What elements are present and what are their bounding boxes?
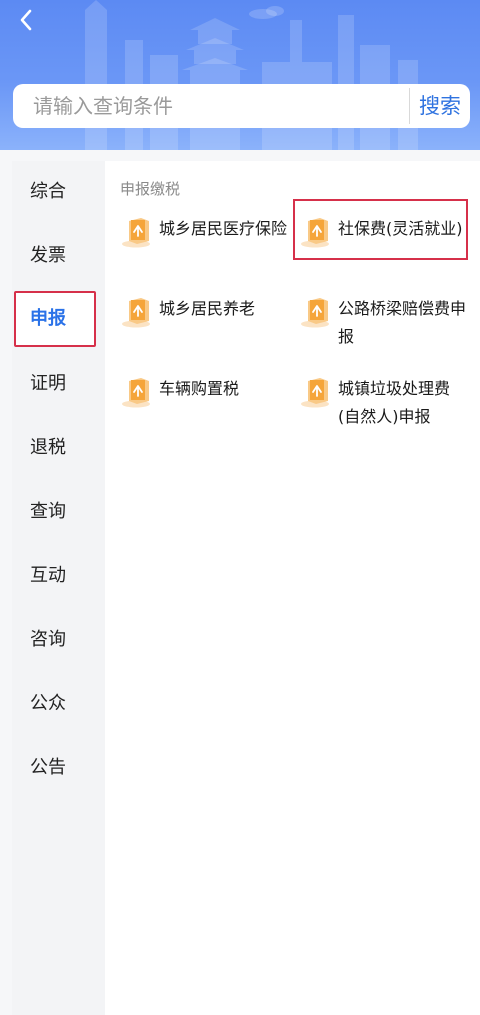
sidebar-item-refund[interactable]: 退税	[14, 420, 96, 476]
sidebar-item-public[interactable]: 公众	[14, 676, 96, 732]
sidebar-item-comprehensive[interactable]: 综合	[14, 164, 96, 220]
service-item-label: 城乡居民医疗保险	[159, 219, 288, 238]
sidebar-item-declaration[interactable]: 申报	[14, 291, 96, 347]
back-chevron-icon[interactable]	[12, 6, 42, 36]
search-bar: 搜索	[13, 84, 470, 128]
tax-form-icon	[122, 298, 150, 328]
sidebar-item-notice[interactable]: 公告	[14, 740, 96, 796]
section-title: 申报缴税	[120, 180, 181, 198]
sidebar-item-certificate[interactable]: 证明	[14, 356, 96, 412]
tax-form-icon	[301, 298, 329, 328]
tax-form-icon	[122, 218, 150, 248]
service-item-label: 公路桥梁赔偿费申报	[338, 299, 467, 346]
sidebar-item-invoice[interactable]: 发票	[14, 228, 96, 284]
sidebar-item-interaction[interactable]: 互动	[14, 548, 96, 604]
search-input[interactable]	[33, 84, 393, 128]
service-item-label: 城乡居民养老	[159, 299, 256, 318]
tax-form-icon	[301, 378, 329, 408]
service-item-label: 车辆购置税	[159, 379, 240, 398]
category-sidebar: 综合 发票 申报 证明 退税 查询 互动 咨询 公众 公告	[12, 161, 105, 1015]
service-panel	[105, 161, 480, 1015]
highlight-box	[293, 199, 468, 260]
sidebar-item-query[interactable]: 查询	[14, 484, 96, 540]
search-button[interactable]: 搜索	[410, 84, 470, 128]
service-item-label: 城镇垃圾处理费(自然人)申报	[338, 379, 451, 426]
tax-form-icon	[122, 378, 150, 408]
sidebar-item-consult[interactable]: 咨询	[14, 612, 96, 668]
header-banner: 搜索	[0, 0, 480, 150]
